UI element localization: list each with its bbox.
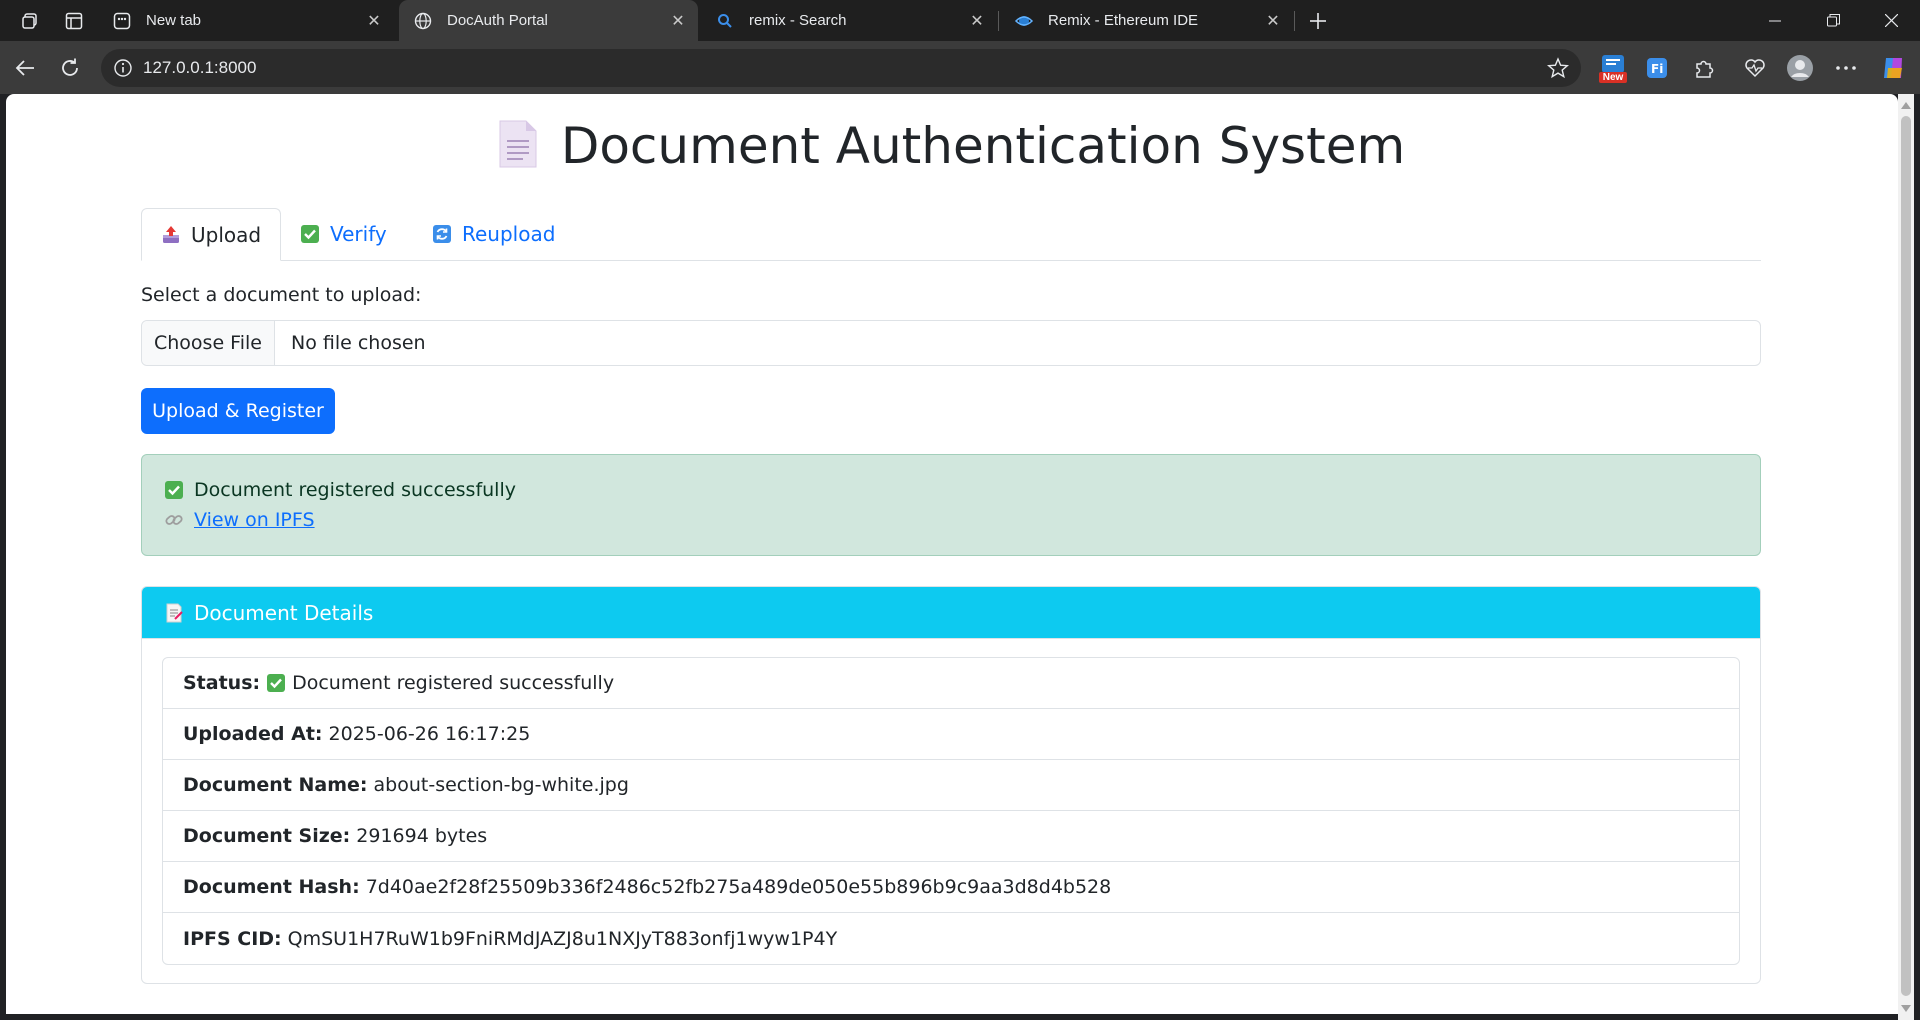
tab-separator <box>998 11 999 31</box>
url-text: 127.0.0.1:8000 <box>143 58 257 77</box>
svg-text:Fi: Fi <box>1651 62 1663 76</box>
file-input[interactable]: Choose File No file chosen <box>141 320 1761 366</box>
tab-separator <box>1294 11 1295 31</box>
alert-message: Document registered successfully <box>194 479 516 501</box>
scrollbar-thumb[interactable] <box>1901 116 1911 996</box>
detail-label: Document Name: <box>183 774 368 796</box>
close-tab-icon[interactable]: ✕ <box>668 11 688 31</box>
link-icon <box>164 510 184 530</box>
check-mark-icon <box>300 224 320 244</box>
back-arrow-icon[interactable] <box>10 53 40 83</box>
detail-value: about-section-bg-white.jpg <box>373 774 629 796</box>
details-list: Status: Document registered successfully… <box>162 657 1740 965</box>
detail-label: Document Hash: <box>183 876 360 898</box>
view-on-ipfs-link[interactable]: View on IPFS <box>194 509 315 531</box>
document-icon <box>497 119 539 169</box>
close-window-icon[interactable] <box>1862 0 1920 41</box>
extension-badge: New <box>1602 72 1624 83</box>
tab-title: remix - Search <box>749 12 847 29</box>
detail-row-document-name: Document Name: about-section-bg-white.jp… <box>163 760 1739 811</box>
address-bar[interactable]: 127.0.0.1:8000 <box>101 49 1581 87</box>
page-title: Document Authentication System <box>141 116 1761 176</box>
tab-verify[interactable]: Verify <box>281 208 406 260</box>
remix-icon <box>1014 11 1034 31</box>
browser-tab-docauth[interactable]: DocAuth Portal ✕ <box>399 0 698 41</box>
refresh-icon <box>432 224 452 244</box>
browser-essentials-heart-icon[interactable] <box>1739 52 1771 84</box>
close-tab-icon[interactable]: ✕ <box>967 11 987 31</box>
page-viewport: Document Authentication System Upload Ve… <box>6 94 1898 1014</box>
more-options-icon[interactable] <box>1830 52 1862 84</box>
globe-icon <box>413 11 433 31</box>
favorite-star-icon[interactable] <box>1546 57 1570 79</box>
extension-new-icon[interactable]: New <box>1597 52 1629 84</box>
search-icon <box>715 11 735 31</box>
upload-register-button[interactable]: Upload & Register <box>141 388 335 434</box>
restore-icon[interactable] <box>1804 0 1862 41</box>
close-tab-icon[interactable]: ✕ <box>1263 11 1283 31</box>
copilot-icon[interactable] <box>1878 52 1910 84</box>
browser-tab-remix-ide[interactable]: Remix - Ethereum IDE ✕ <box>1000 0 1293 41</box>
tab-label: Reupload <box>462 222 556 246</box>
detail-value: Document registered successfully <box>292 672 615 694</box>
detail-row-ipfs-cid: IPFS CID: QmSU1H7RuW1b9FniRMdJAZJ8u1NXJy… <box>163 913 1739 964</box>
detail-label: IPFS CID: <box>183 927 282 950</box>
detail-value: 2025-06-26 16:17:25 <box>328 723 531 745</box>
detail-value: 291694 bytes <box>356 825 488 847</box>
close-tab-icon[interactable]: ✕ <box>364 11 384 31</box>
page-title-text: Document Authentication System <box>560 117 1406 175</box>
browser-tab-strip: New tab ✕ DocAuth Portal ✕ remix - Searc… <box>0 0 1920 41</box>
extensions-puzzle-icon[interactable] <box>1688 52 1720 84</box>
card-header-title: Document Details <box>194 600 374 625</box>
workspaces-icon[interactable] <box>17 8 43 34</box>
scroll-down-arrow-icon[interactable] <box>1901 1005 1911 1012</box>
refresh-icon[interactable] <box>55 53 85 83</box>
check-mark-icon <box>164 480 184 500</box>
detail-value: QmSU1H7RuW1b9FniRMdJAZJ8u1NXJyT883onfj1w… <box>287 927 838 950</box>
success-alert: Document registered successfully View on… <box>141 454 1761 556</box>
detail-row-document-hash: Document Hash: 7d40ae2f28f25509b336f2486… <box>163 862 1739 913</box>
site-info-icon[interactable] <box>113 58 133 78</box>
scroll-up-arrow-icon[interactable] <box>1901 102 1911 109</box>
page-scrollbar[interactable] <box>1898 94 1914 1020</box>
detail-row-status: Status: Document registered successfully <box>163 658 1739 709</box>
detail-label: Uploaded At: <box>183 723 323 745</box>
detail-value: 7d40ae2f28f25509b336f2486c52fb275a489de0… <box>365 876 1112 898</box>
tab-title: New tab <box>146 12 202 29</box>
choose-file-button[interactable]: Choose File <box>142 321 275 365</box>
tab-upload[interactable]: Upload <box>141 208 282 261</box>
tab-title: Remix - Ethereum IDE <box>1048 12 1199 29</box>
translate-extension-icon[interactable]: Fi <box>1641 52 1673 84</box>
tab-label: Upload <box>191 222 262 247</box>
tab-title: DocAuth Portal <box>447 12 548 29</box>
browser-tab-remix-search[interactable]: remix - Search ✕ <box>701 0 997 41</box>
vertical-tabs-icon[interactable] <box>61 8 87 34</box>
profile-avatar-icon[interactable] <box>1784 52 1816 84</box>
detail-row-document-size: Document Size: 291694 bytes <box>163 811 1739 862</box>
inbox-tray-icon <box>161 225 181 245</box>
minimize-icon[interactable] <box>1746 0 1804 41</box>
nav-tabs: Upload Verify Reupload <box>141 208 1761 261</box>
tab-reupload[interactable]: Reupload <box>413 208 574 260</box>
upload-label: Select a document to upload: <box>141 284 422 306</box>
detail-label: Document Size: <box>183 825 351 847</box>
alert-message-row: Document registered successfully <box>164 479 516 501</box>
new-tab-plus-icon[interactable] <box>1305 8 1331 34</box>
detail-row-uploaded-at: Uploaded At: 2025-06-26 16:17:25 <box>163 709 1739 760</box>
check-mark-icon <box>266 673 286 693</box>
memo-icon <box>164 603 184 623</box>
alert-link-row: View on IPFS <box>164 509 315 531</box>
new-tab-icon <box>112 11 132 31</box>
card-header: Document Details <box>142 587 1760 639</box>
detail-label: Status: <box>183 672 261 694</box>
tab-label: Verify <box>330 222 387 246</box>
document-details-card: Document Details Status: Document regist… <box>141 586 1761 984</box>
browser-tab-new-tab[interactable]: New tab ✕ <box>98 0 394 41</box>
file-status-text: No file chosen <box>291 332 426 354</box>
